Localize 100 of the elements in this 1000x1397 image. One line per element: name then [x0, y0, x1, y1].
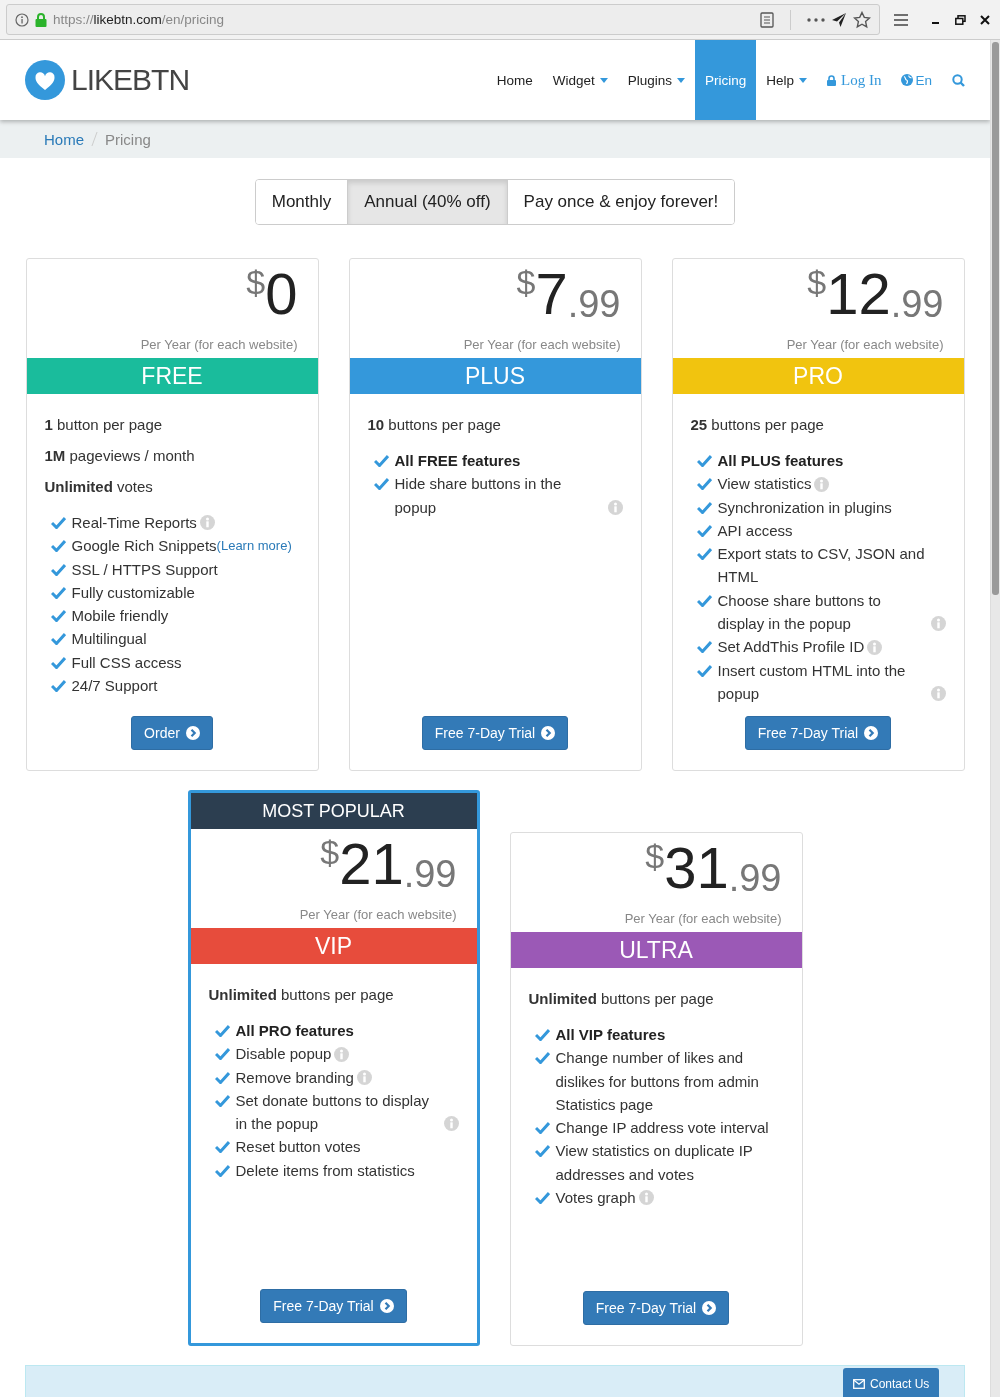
restore-icon[interactable]	[955, 14, 966, 25]
nav-link[interactable]: Plugins	[617, 40, 696, 120]
feature-text: Hide share buttons in the popup	[394, 474, 563, 518]
menu-icon[interactable]	[894, 13, 908, 26]
learn-more-link[interactable]: (Learn more)	[216, 534, 292, 558]
heart-logo-icon[interactable]	[25, 60, 65, 100]
check-icon	[373, 454, 389, 467]
price-period: Per Year (for each website)	[624, 911, 782, 926]
check-icon	[696, 454, 712, 467]
feature-text: View statistics	[717, 474, 812, 495]
check-icon	[50, 632, 66, 646]
price-amount: 7	[535, 261, 568, 326]
currency-symbol: $	[320, 833, 340, 871]
price-amount: 12	[826, 261, 891, 326]
feature-text: Votes graph	[555, 1188, 636, 1209]
feature-text: Real-Time Reports	[71, 513, 197, 533]
nav-link[interactable]: Widget	[542, 40, 618, 120]
price-amount: 21	[339, 831, 404, 896]
price-period: Per Year (for each website)	[463, 337, 621, 352]
nav-link[interactable]: Help	[756, 40, 818, 120]
popular-banner: MOST POPULAR	[190, 793, 477, 829]
feature-text: Synchronization in plugins	[717, 497, 892, 518]
chevron-circle-icon	[702, 1301, 717, 1315]
currency-symbol: $	[246, 263, 266, 301]
feature-text: 24/7 Support	[71, 676, 158, 697]
check-icon	[696, 547, 712, 561]
plan-name: PRO	[672, 358, 964, 394]
address-bar[interactable]: https://likebtn.com/en/pricing	[6, 4, 880, 35]
star-icon[interactable]	[853, 10, 871, 29]
feature-text: All FREE features	[394, 451, 521, 471]
currency-symbol: $	[807, 263, 827, 301]
login-link[interactable]: Log In	[817, 40, 892, 120]
feature-text: Delete items from statistics	[235, 1160, 415, 1181]
check-icon	[373, 477, 389, 491]
check-icon	[696, 477, 712, 491]
price-cents: .99	[403, 853, 457, 895]
breadcrumb-link[interactable]: Home	[44, 130, 84, 148]
trial-button[interactable]: Free 7-Day Trial	[582, 1291, 730, 1325]
paper-plane-icon[interactable]	[831, 11, 847, 28]
plan-limit: 1M pageviews / month	[44, 447, 196, 464]
check-icon	[214, 1140, 230, 1154]
price-period: Per Year (for each website)	[786, 337, 944, 352]
info-icon[interactable]	[15, 12, 29, 27]
trial-button[interactable]: Free 7-Day Trial	[260, 1289, 407, 1323]
currency-symbol: $	[645, 837, 665, 875]
plan-limit: Unlimited buttons per page	[208, 986, 395, 1003]
feature-text: Reset button votes	[235, 1137, 361, 1158]
price-cents: .99	[890, 283, 944, 325]
trial-button[interactable]: Free 7-Day Trial	[744, 716, 892, 750]
check-icon	[696, 500, 712, 514]
feature-text: Export stats to CSV, JSON and HTML	[717, 544, 926, 588]
feature-text: Disable popup	[235, 1044, 332, 1065]
feature-text: Set donate buttons to display in the popup	[235, 1090, 430, 1135]
price-amount: 0	[265, 261, 298, 326]
breadcrumb-current[interactable]: Pricing	[105, 130, 151, 148]
contact-us-button[interactable]: Contact Us	[843, 1368, 940, 1397]
order-button[interactable]: Order	[131, 716, 213, 750]
url-text[interactable]: https://likebtn.com/en/pricing	[53, 12, 754, 27]
plan-limit: 1 button per page	[44, 416, 164, 433]
scrollbar-thumb[interactable]	[992, 42, 999, 595]
check-icon	[534, 1121, 550, 1135]
plan-limit: 25 buttons per page	[690, 416, 825, 433]
nav-link[interactable]: Home	[486, 40, 543, 120]
logo-text[interactable]: LIKEBTN	[71, 63, 190, 97]
check-icon	[214, 1070, 230, 1084]
feature-text: Insert custom HTML into the popup	[717, 660, 907, 704]
feature-text: Multilingual	[71, 629, 147, 650]
check-icon	[534, 1051, 550, 1065]
close-icon[interactable]	[980, 14, 990, 25]
check-icon	[696, 593, 712, 607]
nav-link[interactable]: Pricing	[695, 40, 757, 120]
billing-tab[interactable]: Pay once & enjoy forever!	[506, 180, 735, 224]
check-icon	[696, 640, 712, 654]
check-icon	[534, 1028, 550, 1041]
price-period: Per Year (for each website)	[299, 907, 457, 922]
envelope-icon	[853, 1379, 865, 1389]
check-icon	[214, 1093, 230, 1107]
trial-button[interactable]: Free 7-Day Trial	[421, 716, 569, 750]
reader-icon[interactable]	[760, 11, 774, 28]
feature-text: Set AddThis Profile ID	[717, 637, 865, 658]
check-icon	[50, 585, 66, 599]
check-icon	[696, 663, 712, 677]
feature-text: All PRO features	[235, 1021, 354, 1041]
feature-text: Fully customizable	[71, 582, 195, 603]
check-icon	[50, 539, 66, 553]
plan-limit: Unlimited buttons per page	[528, 990, 715, 1007]
check-icon	[50, 655, 66, 669]
check-icon	[534, 1191, 550, 1205]
price-cents: .99	[728, 857, 782, 899]
more-icon[interactable]	[807, 17, 825, 22]
feature-text: Choose share buttons to display in the popup	[717, 590, 882, 635]
language-link[interactable]: En	[891, 40, 942, 120]
globe-icon	[901, 74, 914, 86]
check-icon	[214, 1163, 230, 1177]
check-icon	[50, 562, 66, 576]
scrollbar[interactable]	[990, 40, 1000, 1397]
plan-name: FREE	[26, 358, 318, 394]
billing-tab[interactable]: Annual (40% off)	[347, 180, 507, 224]
price-cents: .99	[567, 283, 621, 325]
check-icon	[534, 1144, 550, 1158]
